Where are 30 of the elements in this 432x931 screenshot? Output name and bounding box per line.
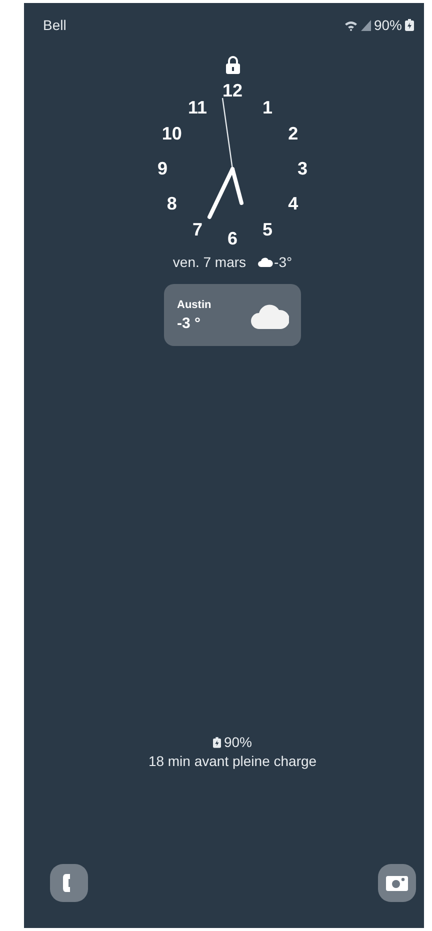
clock-numeral: 10	[162, 124, 182, 144]
battery-charging-icon	[405, 19, 414, 31]
city-name: Austin	[177, 298, 212, 310]
phone-shortcut-button[interactable]	[50, 864, 88, 902]
camera-shortcut-button[interactable]	[378, 864, 416, 902]
signal-icon	[360, 20, 371, 30]
date-text: ven. 7 mars	[172, 254, 246, 270]
camera-icon	[386, 875, 408, 891]
clock-numeral: 9	[158, 158, 168, 180]
clock-numeral: 8	[166, 194, 177, 214]
clock-numeral: 2	[288, 124, 298, 144]
charging-message: 18 min avant pleine charge	[148, 753, 317, 769]
clock-numeral: 12	[222, 80, 243, 102]
cloud-icon	[258, 257, 274, 267]
wifi-icon	[344, 20, 358, 30]
lock-icon	[226, 56, 240, 74]
carrier-name: Bell	[43, 17, 66, 33]
weather-temperature: -3°	[274, 254, 292, 270]
clock-numeral: 4	[288, 194, 298, 214]
battery-charging-icon	[212, 736, 221, 748]
temperature-text: -3 °	[177, 314, 202, 332]
battery-percent: 90%	[224, 734, 252, 750]
clock-numeral: 3	[298, 158, 308, 180]
clock-numeral: 1	[262, 98, 272, 119]
battery-percent: 90%	[374, 17, 402, 33]
weather-widget[interactable]: Austin -3 °	[164, 284, 301, 346]
clock-numeral: 7	[192, 219, 202, 240]
clock-numeral: 5	[262, 219, 272, 240]
clock-numeral: 11	[188, 98, 208, 119]
clock-numeral: 6	[228, 228, 238, 250]
